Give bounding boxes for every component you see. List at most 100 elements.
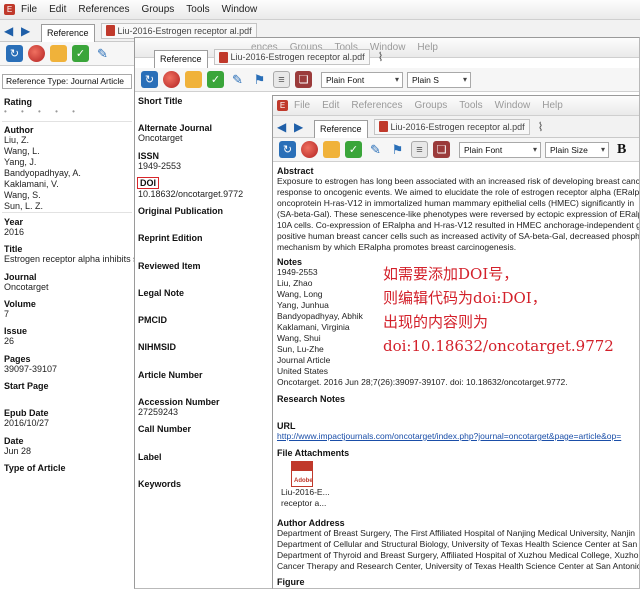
forward-arrow-icon[interactable]: ▶ (21, 24, 35, 38)
menu-window[interactable]: Window (495, 100, 531, 111)
keywords-field[interactable]: Keywords (138, 479, 181, 489)
research-notes-field[interactable]: Research Notes (277, 394, 345, 404)
paperclip-icon[interactable]: ⌇ (378, 50, 384, 64)
author-label: Author (4, 125, 34, 135)
reviewed-item-field[interactable]: Reviewed Item (138, 261, 201, 271)
author-field[interactable]: Author Liu, Z. Wang, L. Yang, J. Bandyop… (4, 125, 81, 212)
check-icon[interactable]: ✓ (345, 141, 362, 158)
accession-number-field[interactable]: Accession Number 27259243 (138, 397, 220, 418)
file-attachments-field[interactable]: File Attachments Adobe Liu-2016-E... rec… (277, 448, 349, 509)
size-select[interactable]: Plain Size (545, 141, 609, 158)
format-list-icon[interactable]: ≡ (411, 141, 428, 158)
menu-tools[interactable]: Tools (186, 4, 209, 15)
figure-field[interactable]: Figure (277, 577, 305, 587)
reference-book-icon[interactable]: ❏ (295, 71, 312, 88)
check-icon[interactable]: ✓ (72, 45, 89, 62)
label-field[interactable]: Label (138, 452, 162, 462)
tab-bar: Reference Liu-2016-Estrogen receptor al.… (135, 46, 639, 68)
pages-field[interactable]: Pages 39097-39107 (4, 354, 57, 375)
menu-help[interactable]: Help (542, 100, 563, 111)
rating-stars[interactable]: • • • • • (4, 107, 81, 116)
menu-window[interactable]: Window (222, 4, 258, 15)
reprint-edition-field[interactable]: Reprint Edition (138, 233, 203, 243)
pin-icon[interactable]: ✎ (94, 45, 111, 62)
reviewed-item-label: Reviewed Item (138, 261, 201, 271)
tab-reference[interactable]: Reference (41, 23, 95, 42)
open-folder-icon[interactable] (50, 45, 67, 62)
abstract-line: response to oncogenic events. We aimed t… (277, 187, 640, 197)
tab-pdf[interactable]: Liu-2016-Estrogen receptor al.pdf (213, 49, 370, 65)
short-title-field[interactable]: Short Title (138, 96, 182, 106)
open-folder-icon[interactable] (185, 71, 202, 88)
pmcid-field[interactable]: PMCID (138, 315, 167, 325)
author-line: Sun, L. Z. (4, 201, 44, 211)
issue-field[interactable]: Issue 26 (4, 326, 27, 347)
online-search-icon[interactable] (28, 45, 45, 62)
reference-book-icon[interactable]: ❏ (433, 141, 450, 158)
menu-edit[interactable]: Edit (49, 4, 66, 15)
title-field[interactable]: Title Estrogen receptor alpha inhibits s… (4, 244, 134, 265)
pin-icon[interactable]: ✎ (367, 141, 384, 158)
menu-references[interactable]: References (351, 100, 402, 111)
pdf-icon (378, 121, 388, 132)
pdf-attachment-icon[interactable]: Adobe (291, 461, 313, 487)
format-list-icon[interactable]: ≡ (273, 71, 290, 88)
legal-note-field[interactable]: Legal Note (138, 288, 184, 298)
menu-groups[interactable]: Groups (415, 100, 448, 111)
menu-file[interactable]: File (21, 4, 37, 15)
reference-type-select[interactable]: Reference Type: Journal Article (2, 74, 132, 89)
date-field[interactable]: Date Jun 28 (4, 436, 31, 457)
pin-icon[interactable]: ✎ (229, 71, 246, 88)
volume-field[interactable]: Volume 7 (4, 299, 36, 320)
back-arrow-icon[interactable]: ◀ (4, 24, 18, 38)
insert-citation-icon[interactable]: ⚑ (251, 71, 268, 88)
check-icon[interactable]: ✓ (207, 71, 224, 88)
paperclip-icon[interactable]: ⌇ (538, 120, 544, 134)
call-number-field[interactable]: Call Number (138, 424, 191, 434)
start-page-label: Start Page (4, 381, 49, 391)
refresh-icon[interactable]: ↻ (279, 141, 296, 158)
menu-edit[interactable]: Edit (322, 100, 339, 111)
bold-button[interactable]: B (617, 142, 626, 158)
open-folder-icon[interactable] (323, 141, 340, 158)
menu-tools[interactable]: Tools (459, 100, 482, 111)
journal-field[interactable]: Journal Oncotarget (4, 272, 49, 293)
insert-citation-icon[interactable]: ⚑ (389, 141, 406, 158)
tab-pdf[interactable]: Liu-2016-Estrogen receptor al.pdf (373, 118, 530, 135)
online-search-icon[interactable] (163, 71, 180, 88)
font-select[interactable]: Plain Font (321, 71, 403, 88)
size-select[interactable]: Plain S (407, 71, 471, 88)
issn-field[interactable]: ISSN 1949-2553 (138, 151, 181, 172)
original-publication-field[interactable]: Original Publication (138, 206, 223, 216)
attachment-name[interactable]: receptor a... (281, 498, 349, 509)
menu-references[interactable]: References (78, 4, 129, 15)
url-field[interactable]: URL http://www.impactjournals.com/oncota… (277, 421, 621, 442)
year-field[interactable]: Year 2016 (4, 217, 24, 238)
refresh-icon[interactable]: ↻ (141, 71, 158, 88)
epub-date-label: Epub Date (4, 408, 49, 418)
tab-pdf-label: Liu-2016-Estrogen receptor al.pdf (230, 52, 365, 62)
back-arrow-icon[interactable]: ◀ (277, 120, 291, 134)
start-page-field[interactable]: Start Page (4, 381, 49, 391)
menu-file[interactable]: File (294, 100, 310, 111)
year-value: 2016 (4, 227, 25, 237)
doi-field[interactable]: DOI 10.18632/oncotarget.9772 (137, 177, 243, 200)
author-address-field[interactable]: Author Address Department of Breast Surg… (277, 518, 639, 572)
article-number-field[interactable]: Article Number (138, 370, 203, 380)
menu-groups[interactable]: Groups (142, 4, 175, 15)
attachment-name[interactable]: Liu-2016-E... (281, 487, 349, 498)
online-search-icon[interactable] (301, 141, 318, 158)
nihmsid-field[interactable]: NIHMSID (138, 342, 176, 352)
author-line: Bandyopadhyay, A. (4, 168, 81, 178)
epub-date-field[interactable]: Epub Date 2016/10/27 (4, 408, 49, 429)
alternate-journal-field[interactable]: Alternate Journal Oncotarget (138, 123, 212, 144)
font-select[interactable]: Plain Font (459, 141, 541, 158)
tab-reference[interactable]: Reference (154, 50, 208, 68)
abstract-field[interactable]: Abstract Exposure to estrogen has long b… (277, 166, 640, 253)
date-value: Jun 28 (4, 446, 32, 456)
forward-arrow-icon[interactable]: ▶ (294, 120, 308, 134)
tab-reference[interactable]: Reference (314, 119, 368, 138)
refresh-icon[interactable]: ↻ (6, 45, 23, 62)
type-of-article-field[interactable]: Type of Article (4, 463, 66, 473)
url-link[interactable]: http://www.impactjournals.com/oncotarget… (277, 431, 621, 442)
